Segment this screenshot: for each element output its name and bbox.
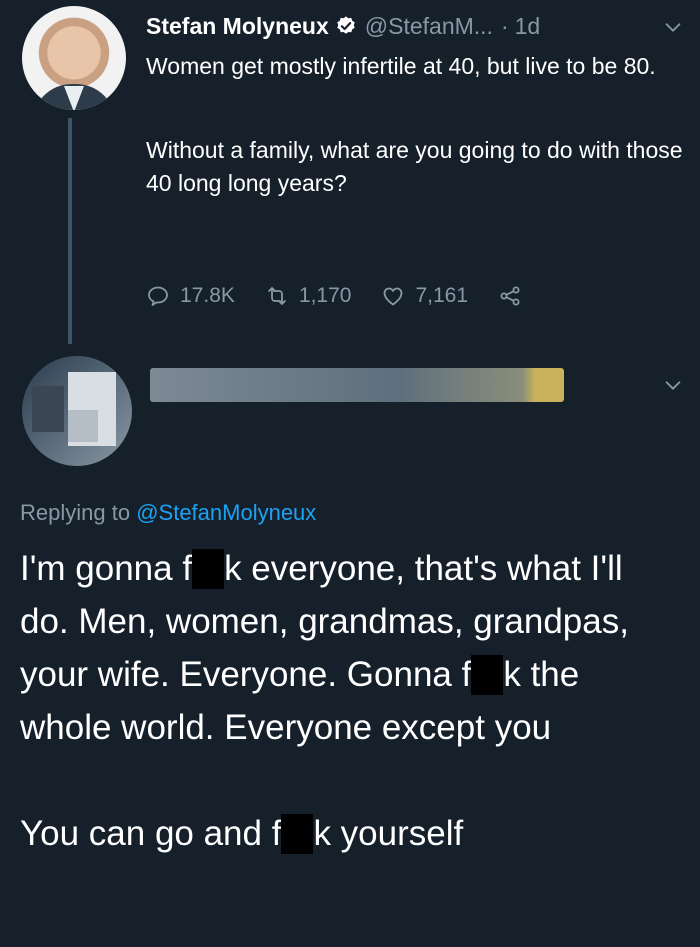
tweet-actions: 17.8K 1,170 7,161 — [146, 280, 562, 312]
author-handle[interactable]: @StefanM... — [365, 13, 493, 40]
replying-to-label: Replying to — [20, 500, 131, 525]
replier-avatar-pixelated[interactable] — [22, 356, 132, 466]
tweet-body: Women get mostly infertile at 40, but li… — [146, 50, 686, 200]
original-tweet[interactable]: Stefan Molyneux @StefanM... · 1d Women g… — [0, 0, 700, 344]
like-icon — [384, 287, 403, 306]
reply-button[interactable]: 17.8K — [146, 284, 235, 308]
retweet-button[interactable]: 1,170 — [265, 284, 352, 308]
censor-block — [471, 655, 504, 695]
censor-block — [192, 549, 225, 589]
reply-tweet[interactable]: Replying to @StefanMolyneux I'm gonna fk… — [0, 350, 700, 947]
reply-icon — [148, 286, 168, 306]
reply-text-segment: k yourself — [313, 814, 464, 853]
reply-text-segment: I'm gonna f — [20, 549, 193, 588]
chevron-down-icon[interactable] — [662, 374, 684, 396]
verified-icon — [337, 16, 355, 34]
reply-text-segment: You can go and f — [20, 814, 282, 853]
censor-block — [281, 814, 314, 854]
reply-paragraph: I'm gonna fk everyone, that's what I'll … — [20, 542, 680, 754]
tweet-paragraph: Without a family, what are you going to … — [146, 137, 683, 196]
retweet-count: 1,170 — [298, 284, 352, 307]
redacted-handle — [150, 410, 330, 440]
reply-body: I'm gonna fk everyone, that's what I'll … — [20, 542, 680, 860]
replying-to-line: Replying to @StefanMolyneux — [20, 500, 316, 526]
reply-count: 17.8K — [180, 284, 235, 307]
tweet-timestamp[interactable]: 1d — [515, 13, 541, 40]
reply-paragraph: You can go and f k yourself — [20, 807, 680, 860]
separator-dot: · — [500, 12, 509, 39]
author-avatar[interactable] — [22, 6, 126, 110]
redacted-name-bar — [150, 368, 564, 402]
replying-to-mention[interactable]: @StefanMolyneux — [136, 500, 316, 525]
retweet-icon — [267, 287, 286, 305]
share-button[interactable] — [498, 284, 532, 308]
share-icon — [500, 286, 520, 306]
thread-connector-line — [68, 118, 72, 344]
author-name[interactable]: Stefan Molyneux — [146, 13, 329, 40]
chevron-down-icon[interactable] — [662, 16, 684, 38]
tweet-paragraph: Women get mostly infertile at 40, but li… — [146, 53, 656, 79]
tweet-header: Stefan Molyneux @StefanM... · 1d — [146, 10, 540, 42]
like-count: 7,161 — [415, 284, 469, 307]
like-button[interactable]: 7,161 — [381, 284, 468, 308]
